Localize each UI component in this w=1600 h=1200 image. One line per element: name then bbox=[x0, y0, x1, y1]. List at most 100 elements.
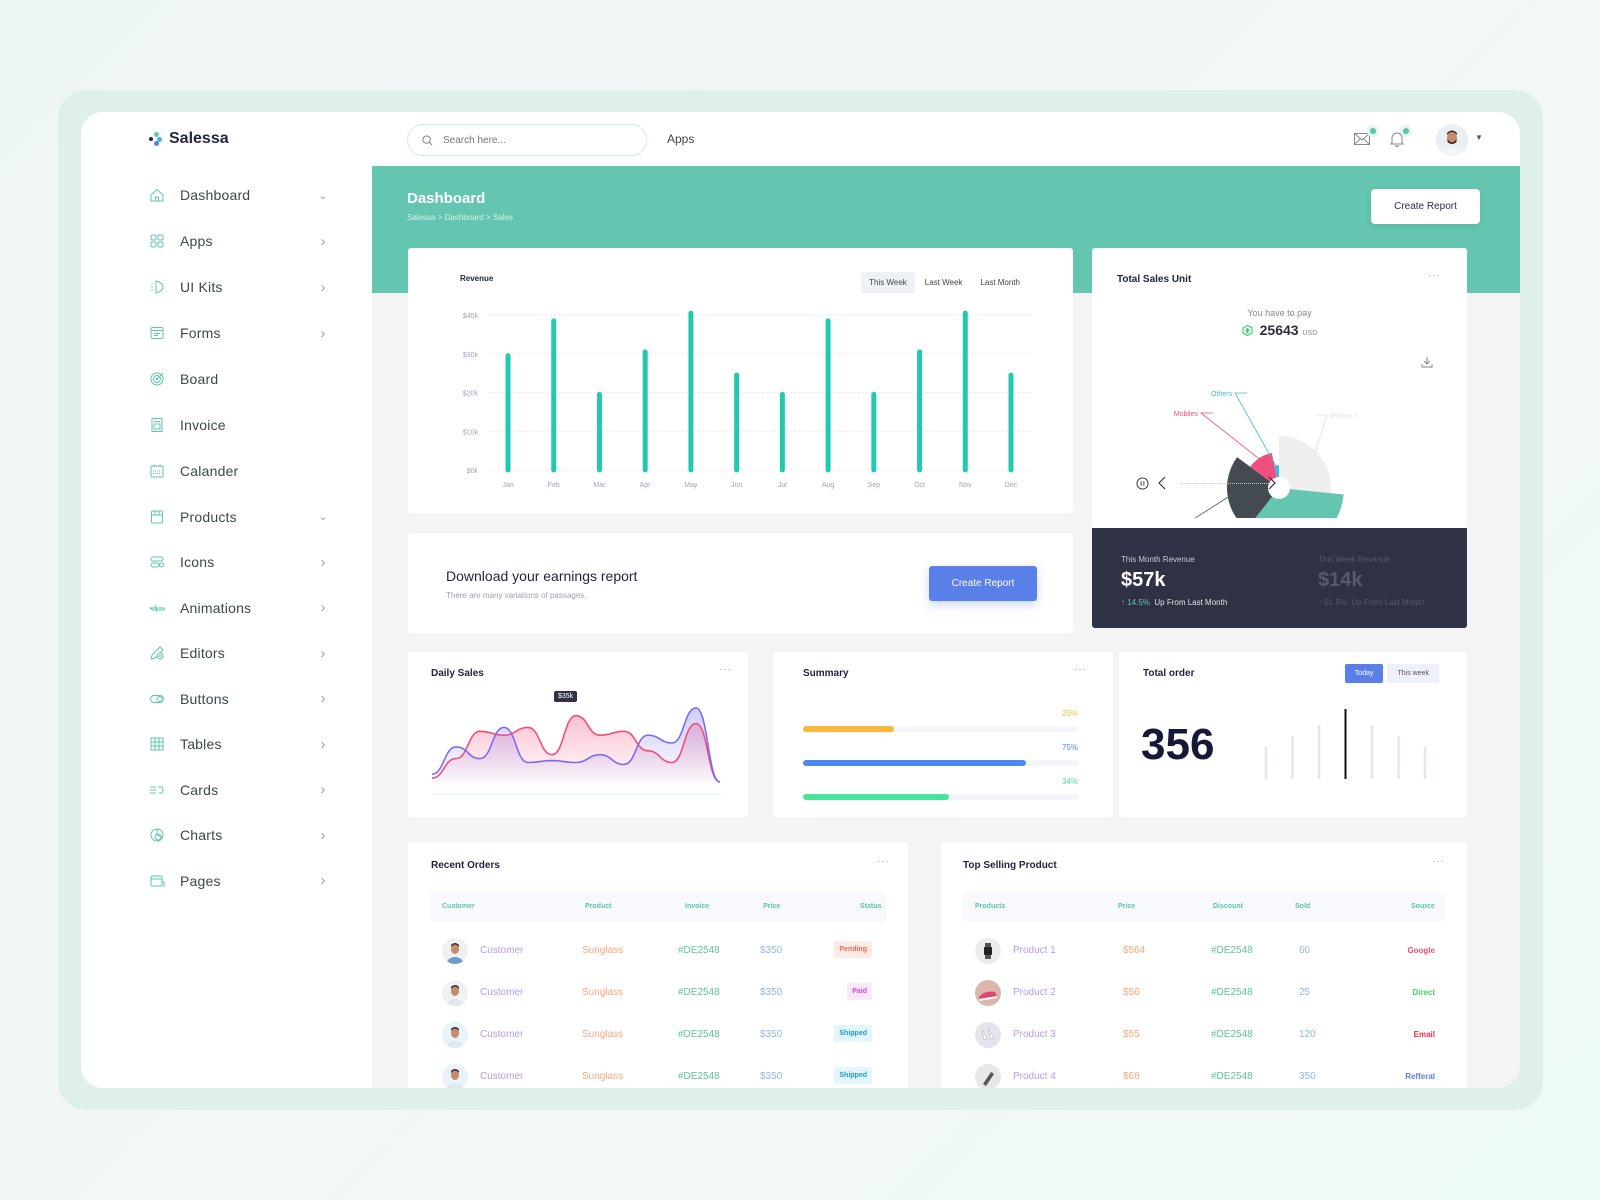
total-sales-more-icon[interactable]: ··· bbox=[1428, 270, 1441, 281]
logo[interactable]: Salessa bbox=[149, 130, 229, 148]
user-avatar[interactable] bbox=[1436, 124, 1468, 156]
bell-notification-dot bbox=[1403, 128, 1409, 134]
sidebar-item-calander[interactable]: Calander bbox=[149, 448, 329, 494]
table-row[interactable]: Customer Sunglass #DE2548 $350 Pending bbox=[430, 933, 886, 969]
top-selling-more-icon[interactable]: ··· bbox=[1432, 856, 1445, 867]
table-row[interactable]: Product 4 $68 #DE2548 350 Refferal bbox=[963, 1059, 1445, 1088]
sidebar-nav: Dashboard ⌄ Apps › UI Kits › Forms › Board Invoic… bbox=[149, 172, 329, 904]
sidebar-item-editors[interactable]: Editors › bbox=[149, 631, 329, 677]
sidebar-item-dashboard[interactable]: Dashboard ⌄ bbox=[149, 172, 329, 218]
chevron-right-icon[interactable]: › bbox=[317, 233, 329, 250]
pie-label: iPhone 7 bbox=[1330, 413, 1358, 420]
chevron-right-icon[interactable]: › bbox=[317, 554, 329, 571]
summary-more-icon[interactable]: ··· bbox=[1074, 664, 1087, 675]
chevron-right-icon[interactable]: › bbox=[317, 325, 329, 342]
sidebar-item-icons[interactable]: Icons › bbox=[149, 540, 329, 586]
column-header-source[interactable]: Source bbox=[1411, 903, 1435, 910]
sidebar-item-board[interactable]: Board bbox=[149, 356, 329, 402]
sidebar-item-apps[interactable]: Apps › bbox=[149, 218, 329, 264]
chevron-right-icon[interactable]: › bbox=[317, 781, 329, 798]
y-tick-label: $30k bbox=[463, 352, 479, 359]
tab-this-week[interactable]: This Week bbox=[861, 272, 915, 293]
chevron-down-icon[interactable]: ⌄ bbox=[317, 189, 329, 202]
column-header-product[interactable]: Product bbox=[585, 903, 611, 910]
daily-sales-more-icon[interactable]: ··· bbox=[719, 664, 732, 675]
top-apps-link[interactable]: Apps bbox=[667, 132, 694, 146]
brand-name: Salessa bbox=[169, 130, 229, 147]
customer-avatar bbox=[442, 938, 468, 964]
column-header-sold[interactable]: Sold bbox=[1295, 903, 1310, 910]
mail-notification-dot bbox=[1370, 128, 1376, 134]
table-row[interactable]: Product 2 $56 #DE2548 25 Direct bbox=[963, 975, 1445, 1011]
sidebar-item-tables[interactable]: Tables › bbox=[149, 722, 329, 768]
toggle-icon bbox=[149, 691, 165, 707]
pie-scrollbar[interactable] bbox=[1181, 482, 1271, 484]
search-input[interactable] bbox=[443, 134, 623, 146]
column-header-status[interactable]: Status bbox=[860, 903, 881, 910]
table-row[interactable]: Customer Sunglass #DE2548 $350 Shipped bbox=[430, 1059, 886, 1088]
sidebar-item-products[interactable]: Products ⌄ bbox=[149, 494, 329, 540]
column-header-price[interactable]: Price bbox=[1118, 903, 1135, 910]
chevron-right-icon[interactable]: › bbox=[317, 690, 329, 707]
chevron-right-icon[interactable]: › bbox=[317, 736, 329, 753]
sold-count: 350 bbox=[1299, 1071, 1316, 1082]
table-row[interactable]: Product 3 $55 #DE2548 120 Email bbox=[963, 1017, 1445, 1053]
progress-track bbox=[803, 726, 1078, 732]
sidebar-item-ui-kits[interactable]: UI Kits › bbox=[149, 264, 329, 310]
notifications-button[interactable] bbox=[1389, 128, 1410, 149]
sidebar-item-label: Invoice bbox=[180, 417, 226, 433]
bell-icon bbox=[1389, 132, 1405, 147]
pay-amount: 25643 bbox=[1259, 322, 1299, 338]
sidebar-item-buttons[interactable]: Buttons › bbox=[149, 676, 329, 722]
chevron-right-icon[interactable]: › bbox=[317, 279, 329, 296]
pay-label: You have to pay bbox=[1247, 308, 1312, 318]
pages-icon bbox=[149, 873, 165, 889]
tab-last-week[interactable]: Last Week bbox=[917, 272, 971, 293]
customer-avatar bbox=[442, 1064, 468, 1088]
recent-orders-more-icon[interactable]: ··· bbox=[877, 856, 890, 867]
pause-button[interactable] bbox=[1136, 476, 1149, 490]
column-header-products[interactable]: Products bbox=[975, 903, 1005, 910]
product-name: Sunglass bbox=[582, 945, 624, 956]
chevron-right-icon[interactable]: › bbox=[317, 827, 329, 844]
search-box[interactable] bbox=[407, 124, 647, 156]
progress-track bbox=[803, 760, 1078, 766]
chevron-right-icon[interactable]: › bbox=[317, 599, 329, 616]
product-thumbnail bbox=[975, 1064, 1001, 1088]
mail-button[interactable] bbox=[1354, 128, 1376, 149]
column-header-price[interactable]: Price bbox=[763, 903, 780, 910]
table-row[interactable]: Customer Sunglass #DE2548 $350 Paid bbox=[430, 975, 886, 1011]
chevron-right-icon[interactable]: › bbox=[317, 645, 329, 662]
column-header-discount[interactable]: Discount bbox=[1213, 903, 1243, 910]
user-menu-caret-icon[interactable]: ▼ bbox=[1475, 133, 1483, 142]
sidebar-item-animations[interactable]: Animations › bbox=[149, 585, 329, 631]
sidebar-item-charts[interactable]: Charts › bbox=[149, 813, 329, 859]
sidebar-item-pages[interactable]: Pages › bbox=[149, 858, 329, 904]
daily-sales-area-chart bbox=[431, 707, 722, 795]
pen-icon bbox=[149, 645, 165, 661]
column-header-customer[interactable]: Customer bbox=[442, 903, 475, 910]
logo-icon bbox=[149, 132, 163, 146]
daily-sales-title: Daily Sales bbox=[431, 668, 484, 679]
chevron-right-icon[interactable]: › bbox=[317, 872, 329, 889]
create-report-button-secondary[interactable]: Create Report bbox=[929, 566, 1037, 601]
table-row[interactable]: Product 1 $564 #DE2548 60 Google bbox=[963, 933, 1445, 969]
customer-name: Customer bbox=[480, 1029, 524, 1040]
tab-last-month[interactable]: Last Month bbox=[972, 272, 1028, 293]
table-row[interactable]: Customer Sunglass #DE2548 $350 Shipped bbox=[430, 1017, 886, 1053]
tab-this-week[interactable]: This week bbox=[1387, 664, 1439, 683]
home-icon bbox=[149, 187, 165, 203]
chevron-left-icon[interactable] bbox=[1157, 476, 1167, 490]
column-header-invoice[interactable]: Invoice bbox=[685, 903, 709, 910]
sidebar-item-invoice[interactable]: Invoice bbox=[149, 402, 329, 448]
pie-label: Mobiles bbox=[1174, 411, 1199, 418]
sidebar-item-forms[interactable]: Forms › bbox=[149, 310, 329, 356]
invoice-id: #DE2548 bbox=[678, 945, 720, 956]
sidebar-item-cards[interactable]: Cards › bbox=[149, 767, 329, 813]
chevron-right-icon[interactable] bbox=[1267, 476, 1277, 490]
tab-today[interactable]: Today bbox=[1344, 664, 1384, 683]
create-report-button[interactable]: Create Report bbox=[1371, 189, 1480, 224]
month-revenue-change: 14.5% bbox=[1127, 598, 1150, 607]
customer-name: Customer bbox=[480, 1071, 524, 1082]
chevron-down-icon[interactable]: ⌄ bbox=[317, 510, 329, 523]
